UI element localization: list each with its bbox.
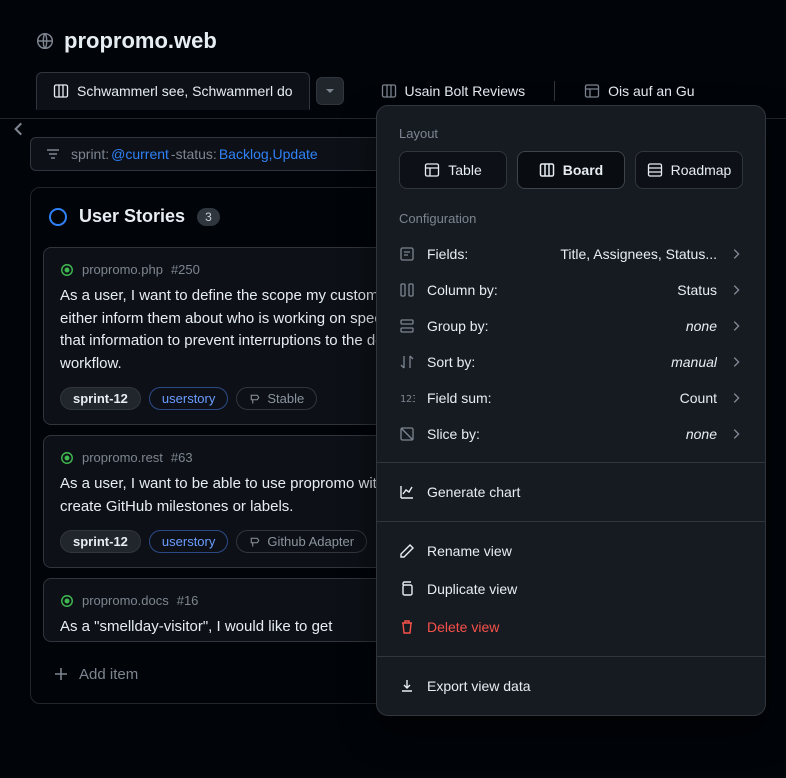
issue-open-icon [60,451,74,465]
duplicate-view-action[interactable]: Duplicate view [377,570,765,608]
scroll-left-icon[interactable] [10,120,28,138]
layout-toggle-group: Table Board Roadmap [377,151,765,205]
layout-table-button[interactable]: Table [399,151,507,189]
label-sprint[interactable]: sprint-12 [60,387,141,410]
config-sort-by[interactable]: Sort by: manual [377,344,765,380]
column-count-badge: 3 [197,208,220,226]
chevron-right-icon [729,355,743,369]
config-column-by[interactable]: Column by: Status [377,272,765,308]
tab-schwammerl[interactable]: Schwammerl see, Schwammerl do [36,72,310,110]
label-userstory[interactable]: userstory [149,387,228,410]
card-repo: propromo.php [82,262,163,277]
number-icon: 123 [399,390,415,406]
config-section-label: Configuration [377,205,765,236]
chevron-right-icon [729,427,743,441]
card-number: #16 [177,593,199,608]
trash-icon [399,619,415,635]
export-view-action[interactable]: Export view data [377,667,765,705]
caret-down-icon [325,86,335,96]
rename-view-action[interactable]: Rename view [377,532,765,570]
milestone-icon [249,536,261,548]
download-icon [399,678,415,694]
label-extra[interactable]: Github Adapter [236,530,367,553]
note-icon [399,246,415,262]
config-field-sum[interactable]: 123 Field sum: Count [377,380,765,416]
config-fields[interactable]: Fields: Title, Assignees, Status... [377,236,765,272]
sort-icon [399,354,415,370]
tab-label: Schwammerl see, Schwammerl do [77,83,293,99]
status-circle-icon [49,208,67,226]
config-slice-by[interactable]: Slice by: none [377,416,765,452]
chevron-right-icon [729,391,743,405]
plus-icon [53,666,69,682]
issue-open-icon [60,594,74,608]
chevron-right-icon [729,319,743,333]
label-extra[interactable]: Stable [236,387,317,410]
card-number: #250 [171,262,200,277]
repo-name: propromo.web [64,28,217,54]
roadmap-icon [647,162,663,178]
divider [377,462,765,463]
table-icon [424,162,440,178]
board-icon [381,83,397,99]
delete-view-action[interactable]: Delete view [377,608,765,646]
view-options-popover: Layout Table Board Roadmap Configuration… [376,105,766,716]
chart-icon [399,484,415,500]
slice-icon [399,426,415,442]
board-icon [53,83,69,99]
rows-icon [399,318,415,334]
chevron-right-icon [729,247,743,261]
config-group-by[interactable]: Group by: none [377,308,765,344]
milestone-icon [249,393,261,405]
layout-section-label: Layout [377,120,765,151]
svg-text:123: 123 [400,394,415,405]
label-sprint[interactable]: sprint-12 [60,530,141,553]
globe-icon [36,32,54,50]
board-icon [539,162,555,178]
chevron-right-icon [729,283,743,297]
issue-open-icon [60,263,74,277]
generate-chart-action[interactable]: Generate chart [377,473,765,511]
tab-separator [554,81,555,101]
card-repo: propromo.rest [82,450,163,465]
card-repo: propromo.docs [82,593,169,608]
tab-options-dropdown[interactable] [316,77,344,105]
filter-text: sprint:@current -status:Backlog,Update [71,146,318,162]
tab-label: Usain Bolt Reviews [405,83,526,99]
column-title: User Stories [79,206,185,227]
label-userstory[interactable]: userstory [149,530,228,553]
columns-icon [399,282,415,298]
pencil-icon [399,543,415,559]
tab-label: Ois auf an Gu [608,83,694,99]
divider [377,521,765,522]
project-header: propromo.web [0,0,786,72]
divider [377,656,765,657]
layout-roadmap-button[interactable]: Roadmap [635,151,743,189]
table-icon [584,83,600,99]
filter-icon [45,146,61,162]
layout-board-button[interactable]: Board [517,151,625,189]
copy-icon [399,581,415,597]
card-number: #63 [171,450,193,465]
add-item-label: Add item [79,666,138,683]
